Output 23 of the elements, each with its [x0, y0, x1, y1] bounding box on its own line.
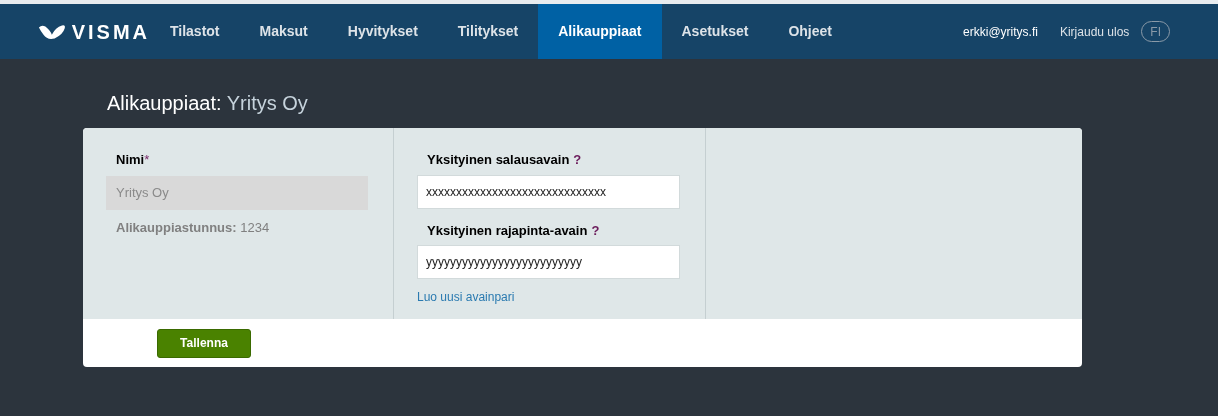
nav-tab[interactable]: Hyvitykset: [327, 4, 438, 59]
key-label: Yksityinen rajapinta-avain: [427, 221, 588, 240]
page-title: Alikauppiaat: Yritys Oy: [107, 91, 309, 115]
nav-tab[interactable]: Asetukset: [661, 4, 769, 59]
nav-tab[interactable]: Tilitykset: [437, 4, 539, 59]
key-label: Yksityinen salausavain: [427, 151, 570, 169]
generate-key-pair-link[interactable]: Luo uusi avainpari: [417, 288, 680, 306]
key-field[interactable]: yyyyyyyyyyyyyyyyyyyyyyyyyy: [417, 245, 680, 279]
help-link[interactable]: ?: [591, 220, 600, 240]
merchant-id-text: Alikauppiastunnus: 1234: [116, 218, 271, 237]
save-button[interactable]: Tallenna: [157, 328, 251, 358]
nav-tab[interactable]: Tilastot: [150, 4, 240, 59]
nav-tab[interactable]: Ohjeet: [768, 4, 852, 59]
logo-wordmark: VISMA: [71, 19, 150, 45]
nav-tab[interactable]: Maksut: [239, 4, 328, 59]
help-link[interactable]: ?: [573, 150, 582, 170]
page-subtitle: Yritys Oy: [226, 92, 308, 114]
name-label: Nimi*: [116, 151, 151, 169]
nav-tab[interactable]: Alikauppiaat: [538, 4, 662, 59]
logo-swoosh-icon: [38, 22, 66, 41]
logout-link[interactable]: Kirjaudu ulos: [1059, 22, 1130, 41]
user-email: erkki@yritys.fi: [963, 23, 1038, 41]
key-field[interactable]: xxxxxxxxxxxxxxxxxxxxxxxxxxxxxx: [417, 174, 680, 209]
